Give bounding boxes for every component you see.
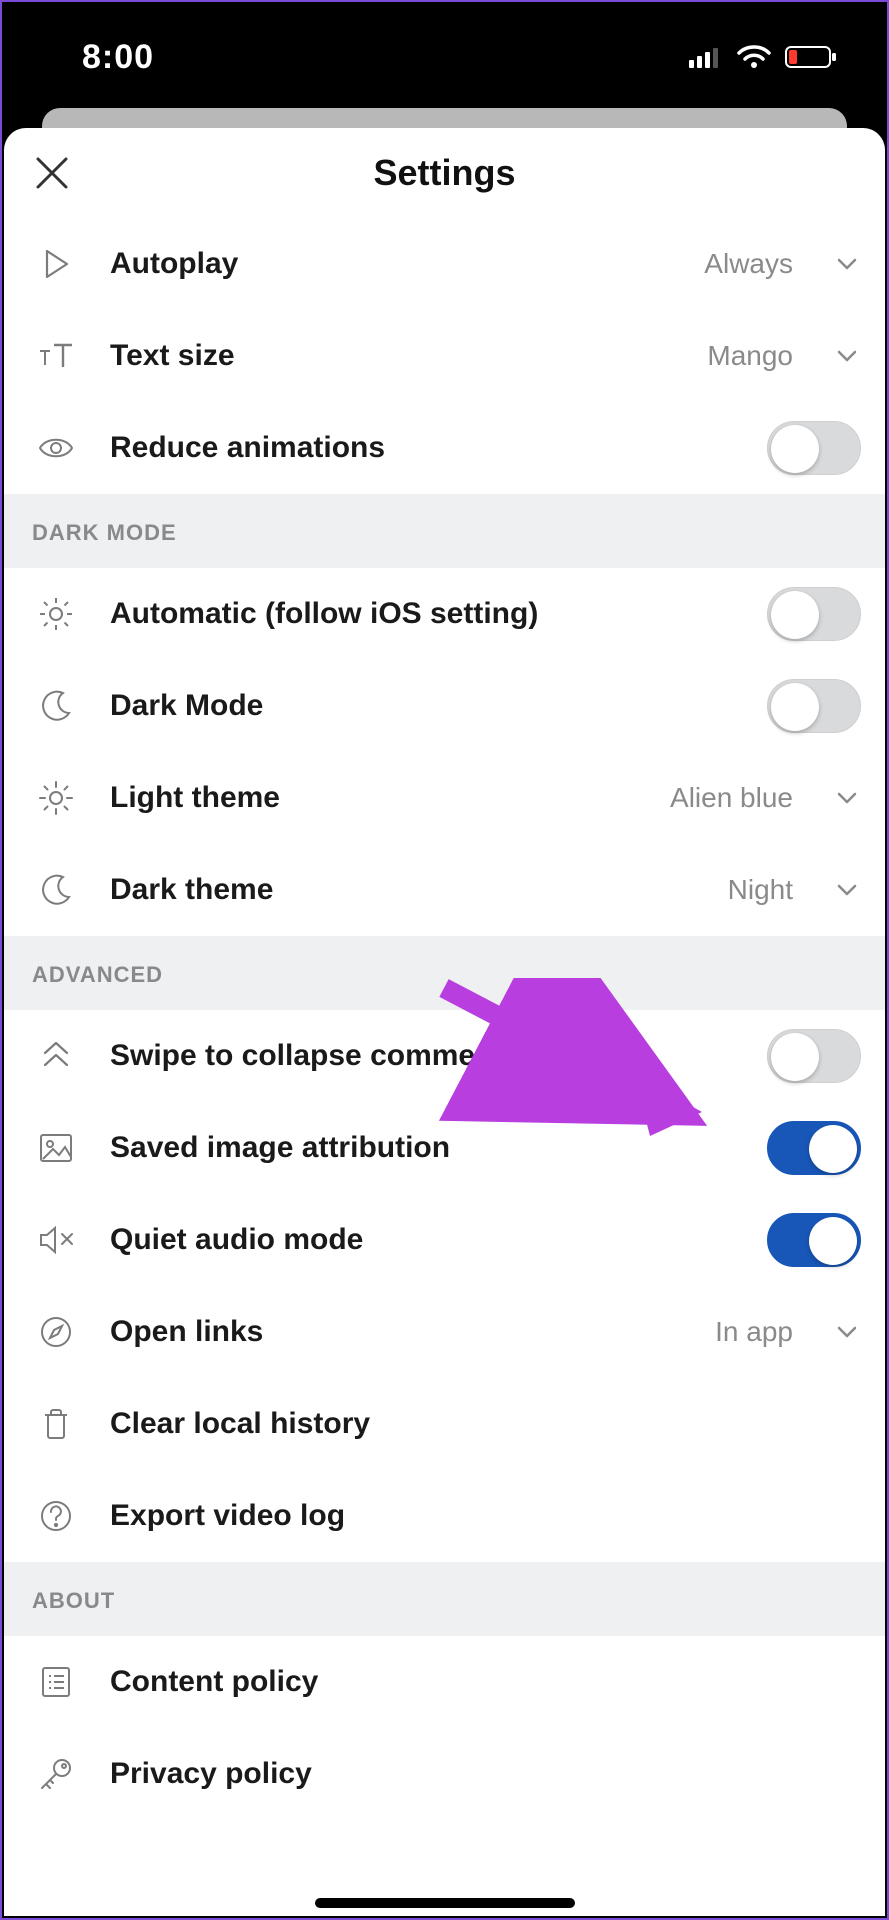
close-icon [32,153,72,193]
row-value: Always [704,248,793,280]
row-saved-image-attribution[interactable]: Saved image attribution [4,1102,885,1194]
toggle-automatic[interactable] [767,587,861,641]
status-time: 8:00 [82,38,154,77]
play-icon [39,247,73,281]
gear-icon [38,596,74,632]
row-dark-mode[interactable]: Dark Mode [4,660,885,752]
settings-sheet: Settings Autoplay Always Text size Mango [4,128,885,1916]
chevron-down-icon [833,250,861,278]
chevron-down-icon [833,1318,861,1346]
row-label: Saved image attribution [110,1131,735,1165]
header: Settings [4,128,885,218]
eye-icon [38,435,74,461]
row-automatic-ios[interactable]: Automatic (follow iOS setting) [4,568,885,660]
row-label: Reduce animations [110,431,735,465]
text-size-icon [38,341,74,371]
row-label: Automatic (follow iOS setting) [110,597,735,631]
row-value: Mango [707,340,793,372]
key-icon [38,1756,74,1792]
row-label: Content policy [110,1665,861,1699]
toggle-swipe-collapse[interactable] [767,1029,861,1083]
row-label: Autoplay [110,247,672,281]
collapse-icon [39,1039,73,1073]
chevron-down-icon [833,784,861,812]
toggle-saved-image-attribution[interactable] [767,1121,861,1175]
status-icons [689,45,837,69]
home-indicator [315,1898,575,1908]
row-reduce-animations[interactable]: Reduce animations [4,402,885,494]
row-value: In app [715,1316,793,1348]
section-header-darkmode: DARK MODE [4,494,885,568]
row-label: Dark Mode [110,689,735,723]
row-label: Privacy policy [110,1757,861,1791]
row-privacy-policy[interactable]: Privacy policy [4,1728,885,1820]
close-button[interactable] [28,149,76,197]
image-icon [39,1133,73,1163]
toggle-reduce-animations[interactable] [767,421,861,475]
row-autoplay[interactable]: Autoplay Always [4,218,885,310]
section-header-about: ABOUT [4,1562,885,1636]
row-dark-theme[interactable]: Dark theme Night [4,844,885,936]
row-label: Quiet audio mode [110,1223,735,1257]
sun-icon [38,780,74,816]
row-value: Alien blue [670,782,793,814]
battery-icon [785,45,837,69]
row-light-theme[interactable]: Light theme Alien blue [4,752,885,844]
moon-icon [39,873,73,907]
row-swipe-collapse[interactable]: Swipe to collapse comments [4,1010,885,1102]
toggle-quiet-audio[interactable] [767,1213,861,1267]
row-export-video-log[interactable]: Export video log [4,1470,885,1562]
wifi-icon [737,45,771,69]
row-label: Dark theme [110,873,696,907]
row-label: Clear local history [110,1407,861,1441]
status-bar: 8:00 [2,2,887,112]
help-icon [39,1499,73,1533]
compass-icon [39,1315,73,1349]
row-text-size[interactable]: Text size Mango [4,310,885,402]
moon-icon [39,689,73,723]
row-label: Open links [110,1315,683,1349]
row-value: Night [728,874,793,906]
row-label: Text size [110,339,675,373]
chevron-down-icon [833,342,861,370]
row-quiet-audio-mode[interactable]: Quiet audio mode [4,1194,885,1286]
cellular-icon [689,46,723,68]
section-header-advanced: ADVANCED [4,936,885,1010]
row-clear-local-history[interactable]: Clear local history [4,1378,885,1470]
row-content-policy[interactable]: Content policy [4,1636,885,1728]
row-label: Swipe to collapse comments [110,1039,735,1073]
row-label: Light theme [110,781,638,815]
document-list-icon [40,1665,72,1699]
speaker-mute-icon [38,1225,74,1255]
chevron-down-icon [833,876,861,904]
row-label: Export video log [110,1499,861,1533]
page-title: Settings [4,152,885,194]
row-open-links[interactable]: Open links In app [4,1286,885,1378]
trash-icon [41,1407,71,1441]
toggle-dark-mode[interactable] [767,679,861,733]
